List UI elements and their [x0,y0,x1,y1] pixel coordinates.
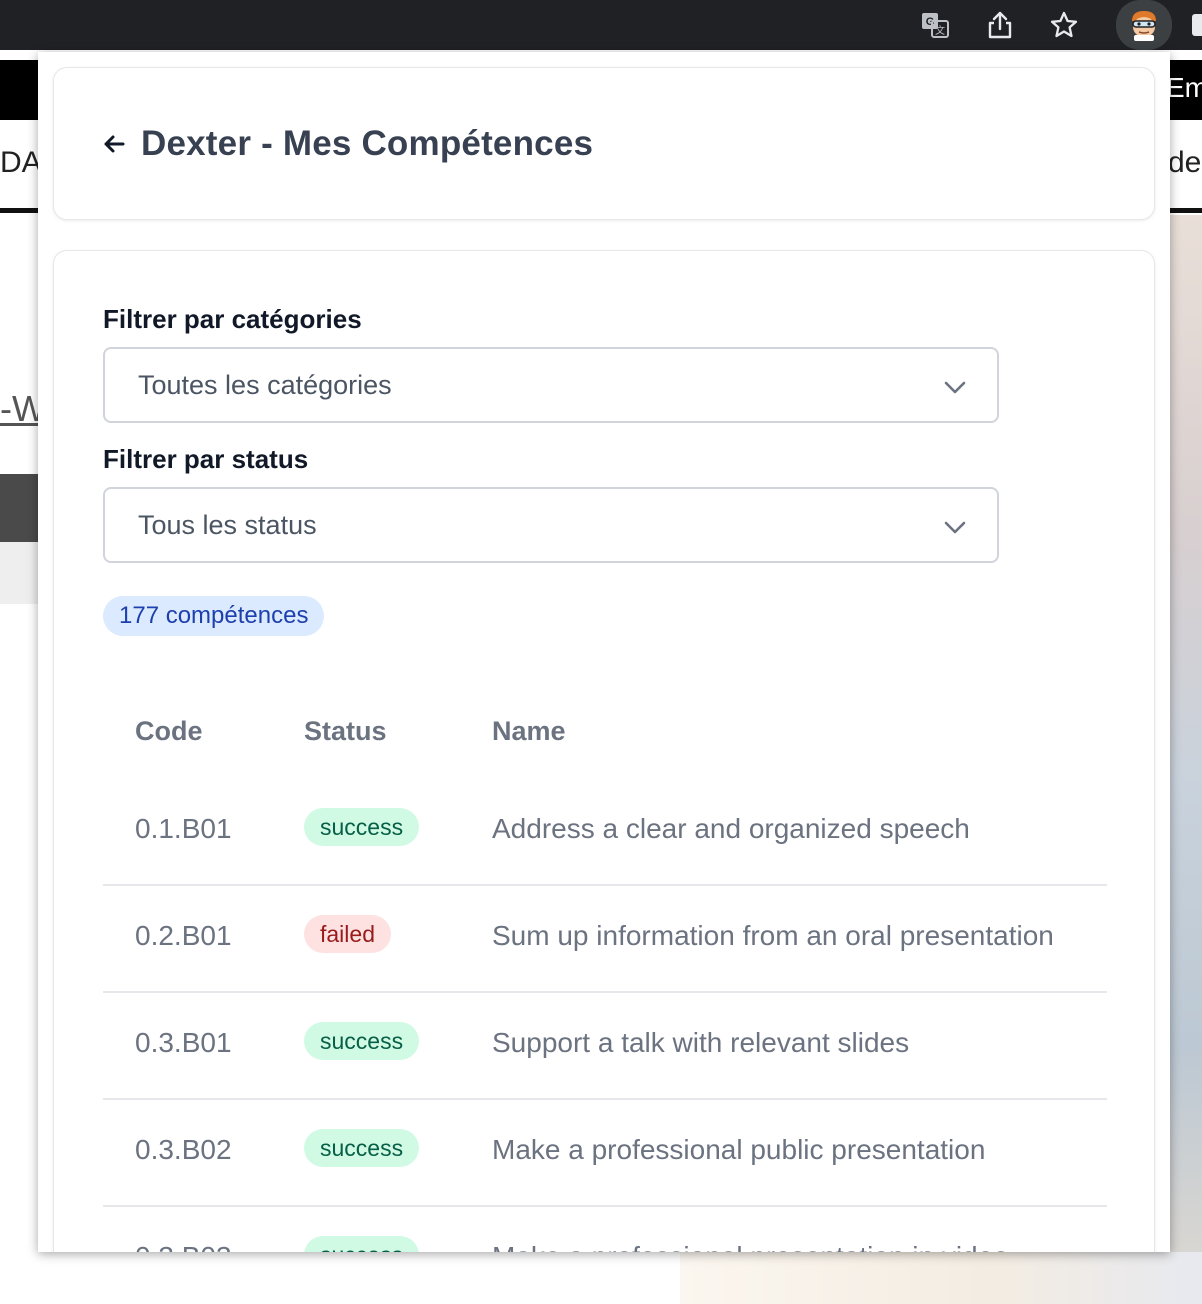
table-row[interactable]: 0.3.B02 success Make a professional publ… [103,1100,1107,1207]
row-code: 0.2.B01 [135,920,232,951]
row-name: Sum up information from an oral presenta… [492,920,1054,951]
row-code: 0.3.B01 [135,1027,232,1058]
chevron-down-icon [944,381,966,394]
row-code: 0.3.B02 [135,1134,232,1165]
share-icon[interactable] [981,6,1019,44]
background-left-text: DA [0,146,42,179]
row-name: Make a professional public presentation [492,1134,986,1165]
extension-popup: Dexter - Mes Compétences Filtrer par cat… [38,52,1170,1252]
bookmark-star-icon[interactable] [1045,6,1083,44]
extension-button[interactable] [1116,0,1172,50]
status-select-value: Tous les status [138,509,317,540]
status-badge: failed [304,915,391,953]
row-code: 0.3.B03 [135,1241,232,1252]
arrow-left-icon [104,135,125,153]
dexter-extension-icon [1126,7,1162,43]
background-bottom-area [680,1252,1202,1304]
table-row[interactable]: 0.2.B01 failed Sum up information from a… [103,886,1107,993]
column-header-code[interactable]: Code [135,716,203,747]
competences-card: Filtrer par catégories Toutes les catégo… [53,250,1155,1252]
category-filter-label: Filtrer par catégories [103,304,362,334]
chevron-down-icon [944,521,966,534]
header-card: Dexter - Mes Compétences [53,67,1155,220]
page-title: Dexter - Mes Compétences [141,124,594,163]
table-row[interactable]: 0.3.B03 success Make a professional pres… [103,1207,1107,1252]
svg-text:文: 文 [935,24,945,37]
browser-toolbar: G 文 [0,0,1202,50]
table-row[interactable]: 0.3.B01 success Support a talk with rele… [103,993,1107,1100]
category-select-value: Toutes les catégories [138,369,392,400]
back-button[interactable] [100,130,128,158]
background-grey-block [0,542,40,604]
row-name: Make a professional presentation in vide… [492,1241,1009,1252]
translate-icon[interactable]: G 文 [916,6,954,44]
table-row[interactable]: 0.1.B01 success Address a clear and orga… [103,779,1107,886]
status-badge: success [304,1022,420,1060]
status-select[interactable]: Tous les status [103,487,999,563]
background-nav-text: Em [1166,72,1202,103]
background-image [1168,215,1202,1255]
column-header-status[interactable]: Status [304,716,387,747]
status-badge: success [304,808,420,846]
category-select[interactable]: Toutes les catégories [103,347,999,423]
status-filter-label: Filtrer par status [103,444,309,474]
column-header-name[interactable]: Name [492,716,566,747]
background-right-text: de [1168,146,1202,179]
row-name: Support a talk with relevant slides [492,1027,910,1058]
row-code: 0.1.B01 [135,813,232,844]
toolbar-edge [1192,14,1202,36]
status-badge: success [304,1236,420,1252]
competences-count-badge: 177 compétences [103,596,325,636]
row-name: Address a clear and organized speech [492,813,970,844]
background-dark-block [0,474,40,542]
status-badge: success [304,1129,420,1167]
